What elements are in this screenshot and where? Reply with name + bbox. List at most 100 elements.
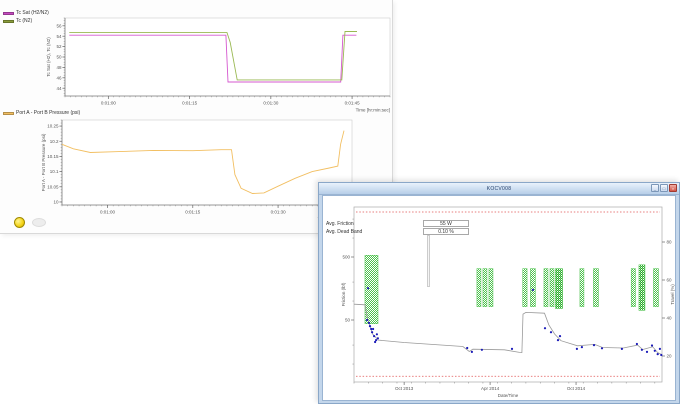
svg-text:20: 20 [667,354,673,359]
svg-text:54: 54 [56,34,62,39]
friction-point[interactable] [646,351,648,353]
field-row: Avg. Friction55 W [324,220,469,227]
gray-status-led-icon [32,218,46,227]
friction-point[interactable] [581,346,583,348]
friction-point[interactable] [376,333,378,335]
travel-band [555,269,562,309]
friction-point[interactable] [374,341,376,343]
svg-text:10.25: 10.25 [47,124,59,129]
window-controls: _ □ × [651,184,677,192]
friction-point[interactable] [366,319,368,321]
travel-band [523,269,527,307]
svg-text:Travel (%): Travel (%) [670,284,675,305]
friction-point[interactable] [544,327,546,329]
friction-point[interactable] [641,349,643,351]
travel-band [580,269,584,307]
friction-point[interactable] [557,339,559,341]
svg-text:Time [hr:min:sec]: Time [hr:min:sec] [356,108,390,113]
svg-text:10: 10 [53,200,59,205]
svg-text:0:01:15: 0:01:15 [182,101,198,106]
friction-point[interactable] [636,343,638,345]
average-fields: Avg. Friction55 WAvg. Dead Band0.10 % [324,220,469,236]
legend-label: Tc (N2) [16,18,32,24]
friction-point[interactable] [654,350,656,352]
close-button[interactable]: × [669,184,677,192]
yellow-status-led-icon[interactable] [14,217,25,228]
bottom-left-trend-plot: 1010.0510.110.1510.210.250:01:000:01:150… [41,120,352,222]
svg-text:Tc Sat (H2), Tc (N2): Tc Sat (H2), Tc (N2) [46,37,51,77]
friction-point[interactable] [559,335,561,337]
svg-text:40: 40 [667,316,673,321]
friction-point[interactable] [593,344,595,346]
friction-point[interactable] [532,289,534,291]
friction-point[interactable] [576,348,578,350]
svg-text:50: 50 [345,318,351,323]
field-label: Avg. Friction [324,221,423,227]
svg-text:10.05: 10.05 [47,184,59,189]
valve-trend-window: KOCV008 _ □ × Avg. Friction55 WAvg. Dead… [318,182,680,404]
friction-point[interactable] [471,351,473,353]
window-titlebar[interactable]: KOCV008 _ □ × [319,183,679,195]
travel-band [639,265,645,311]
friction-point[interactable] [621,348,623,350]
svg-text:50: 50 [56,55,62,60]
travel-band [593,269,598,307]
friction-point[interactable] [550,331,552,333]
field-label: Avg. Dead Band [324,229,423,235]
svg-text:Apr 2014: Apr 2014 [481,386,500,391]
travel-band [477,269,481,307]
friction-point[interactable] [372,328,374,330]
svg-text:10.2: 10.2 [50,139,59,144]
vertical-slider[interactable] [427,235,430,287]
travel-band [489,269,493,307]
friction-point[interactable] [371,331,373,333]
svg-text:0:01:45: 0:01:45 [345,101,361,106]
field-row: Avg. Dead Band0.10 % [324,228,469,235]
svg-text:60: 60 [667,278,673,283]
svg-text:80: 80 [667,240,673,245]
friction-point[interactable] [368,322,370,324]
friction-point[interactable] [373,335,375,337]
friction-point[interactable] [660,354,662,356]
friction-point[interactable] [657,353,659,355]
travel-band [631,269,635,307]
svg-text:Oct 2014: Oct 2014 [567,386,586,391]
legend-swatch [3,12,14,15]
friction-point[interactable] [511,348,513,350]
top-left-trend-plot: 444648505254560:01:000:01:150:01:300:01:… [46,18,390,113]
svg-text:0:01:15: 0:01:15 [185,210,201,215]
maximize-button[interactable]: □ [660,184,668,192]
svg-text:52: 52 [56,44,62,49]
legend-label: Port A - Port B Pressure (psi) [16,110,80,116]
field-value[interactable]: 55 W [423,220,469,227]
svg-text:Friction (lbf): Friction (lbf) [341,282,346,306]
bottom-chart-legend: Port A - Port B Pressure (psi) [3,110,80,116]
legend-entry: Port A - Port B Pressure (psi) [3,110,80,116]
svg-text:Port A - Port B Pressure (psi): Port A - Port B Pressure (psi) [41,133,46,191]
travel-band [653,269,658,307]
svg-text:0:01:30: 0:01:30 [271,210,287,215]
travel-band [483,269,487,307]
friction-point[interactable] [466,347,468,349]
friction-point[interactable] [601,347,603,349]
svg-text:0:01:00: 0:01:00 [100,210,116,215]
status-bar [14,217,46,228]
svg-text:48: 48 [56,65,62,70]
svg-text:10.1: 10.1 [50,169,59,174]
travel-band [544,269,548,307]
svg-text:44: 44 [56,86,62,91]
friction-point[interactable] [367,287,369,289]
window-content: Avg. Friction55 WAvg. Dead Band0.10 % 50… [322,195,676,401]
friction-point[interactable] [481,349,483,351]
friction-point[interactable] [651,344,653,346]
friction-point[interactable] [370,328,372,330]
legend-swatch [3,112,14,115]
friction-point[interactable] [375,339,377,341]
svg-text:Date/Time: Date/Time [498,393,519,398]
minimize-button[interactable]: _ [651,184,659,192]
friction-point[interactable] [369,325,371,327]
top-chart-legend: Tc Sat (H2/N2)Tc (N2) [3,10,49,24]
friction-point[interactable] [377,337,379,339]
field-value[interactable]: 0.10 % [423,228,469,235]
friction-point[interactable] [659,348,661,350]
